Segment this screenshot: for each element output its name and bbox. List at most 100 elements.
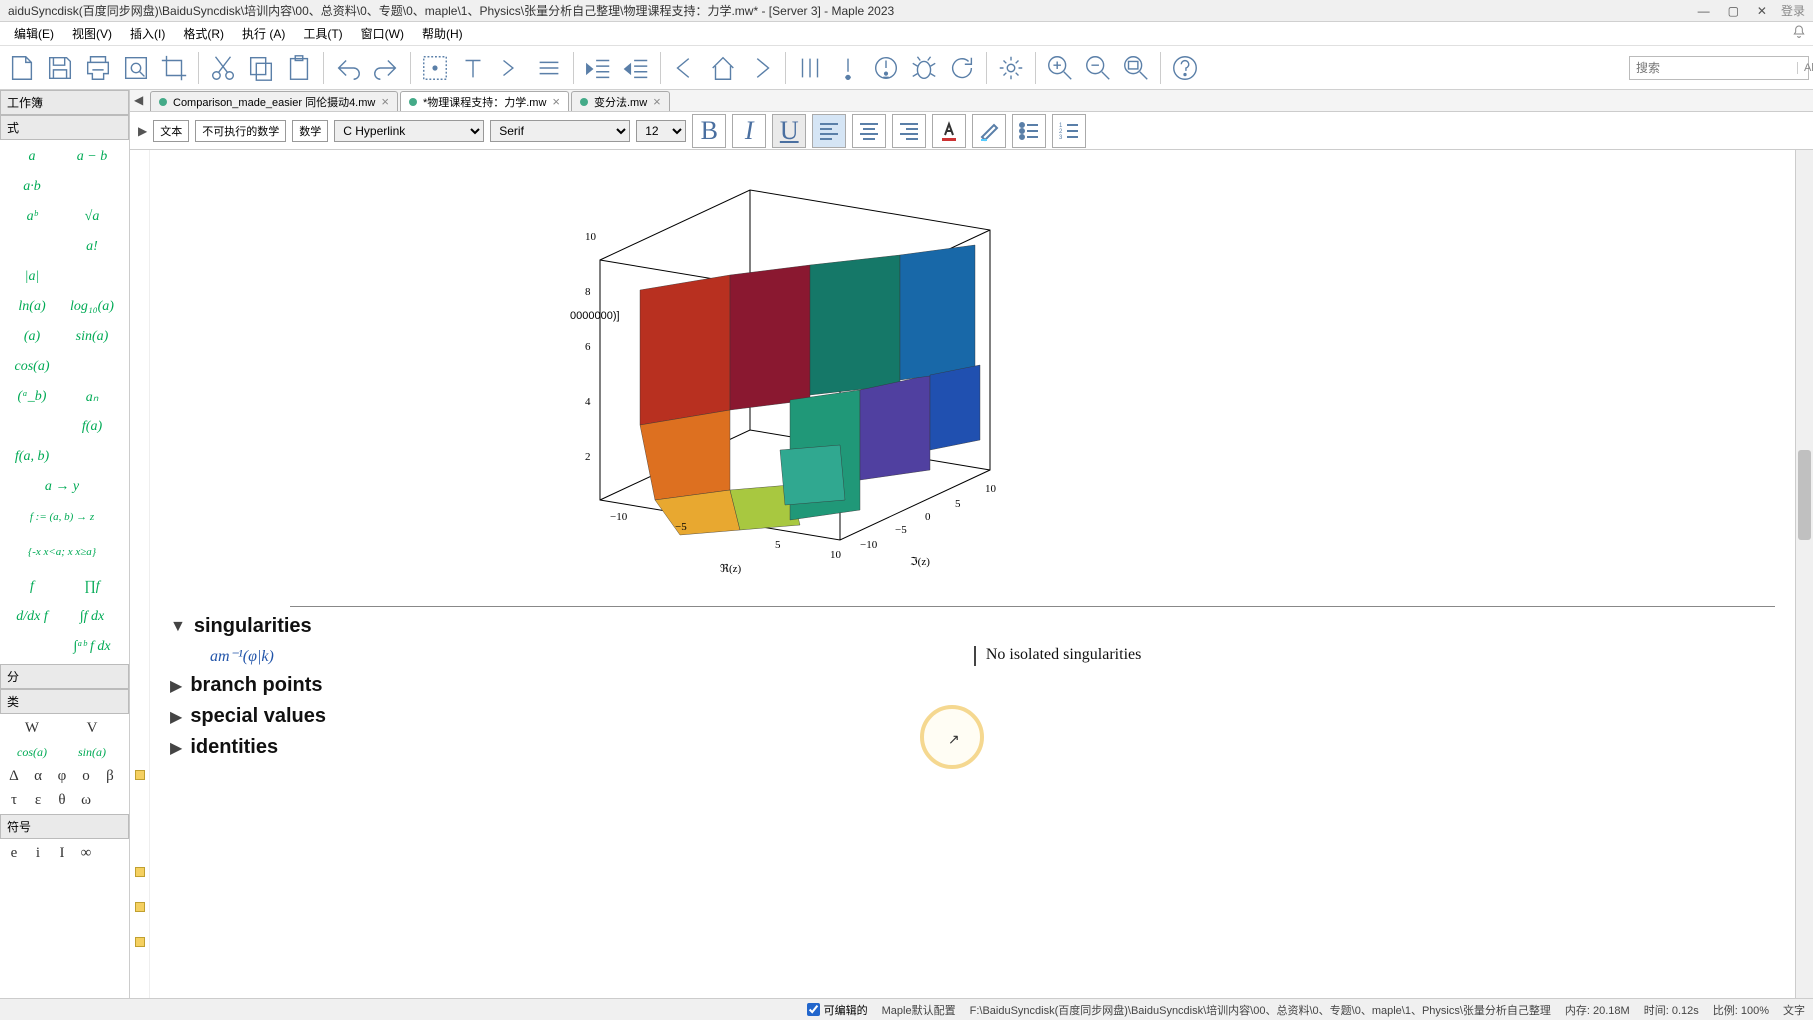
greek-W[interactable]: W — [2, 716, 62, 740]
expr-abs[interactable]: |a| — [2, 262, 62, 292]
insert-math-icon[interactable] — [417, 50, 453, 86]
greek-omega[interactable]: ω — [74, 788, 98, 812]
expr-prod[interactable]: ∏f — [62, 572, 122, 602]
highlight-button[interactable] — [972, 114, 1006, 148]
nav-forward-icon[interactable] — [743, 50, 779, 86]
expr-e2[interactable] — [2, 232, 62, 262]
paste-icon[interactable] — [281, 50, 317, 86]
tab-comparison[interactable]: Comparison_made_easier 同伦摄动4.mw × — [150, 91, 398, 111]
greek-eps[interactable]: ε — [26, 788, 50, 812]
expr-arrow[interactable]: a → y — [2, 472, 122, 502]
menu-edit[interactable]: 编辑(E) — [6, 23, 62, 44]
gutter-marker[interactable] — [135, 937, 145, 947]
minimize-button[interactable]: — — [1698, 4, 1710, 18]
menu-execute[interactable]: 执行 (A) — [234, 23, 293, 44]
close-button[interactable]: ✕ — [1757, 4, 1767, 18]
size-select[interactable]: 12 — [636, 120, 686, 142]
fmt-math-button[interactable]: 数学 — [292, 120, 328, 142]
editable-checkbox[interactable]: 可编辑的 — [807, 1002, 868, 1018]
expr-cos[interactable]: cos(a) — [2, 352, 62, 382]
greek-beta[interactable]: β — [98, 764, 122, 788]
expr-mul[interactable]: a·b — [2, 172, 62, 202]
exec-single-icon[interactable] — [830, 50, 866, 86]
tab-nav-left[interactable]: ◀ — [134, 93, 143, 107]
greek-omicron[interactable]: ο — [74, 764, 98, 788]
paragraph-icon[interactable] — [531, 50, 567, 86]
vertical-scrollbar[interactable] — [1795, 150, 1813, 998]
crop-icon[interactable] — [156, 50, 192, 86]
expr-sin[interactable]: sin(a) — [62, 322, 122, 352]
bullet-list-button[interactable] — [1012, 114, 1046, 148]
zoom-fit-icon[interactable] — [1118, 50, 1154, 86]
expr-deriv[interactable]: d/dx f — [2, 602, 62, 632]
palette-header-calc[interactable]: 分 — [0, 664, 129, 689]
save-icon[interactable] — [42, 50, 78, 86]
expr-fa[interactable]: f(a) — [62, 412, 122, 442]
palette-header-symbol[interactable]: 符号 — [0, 814, 129, 839]
align-left-button[interactable] — [812, 114, 846, 148]
fmt-noexec-button[interactable]: 不可执行的数学 — [195, 120, 286, 142]
exec-group-icon[interactable] — [792, 50, 828, 86]
section-toggle[interactable]: ▶ branch points — [170, 674, 1775, 697]
expr-e7[interactable] — [2, 632, 62, 662]
section-toggle[interactable]: ▼ singularities — [170, 615, 1775, 638]
number-list-button[interactable]: 123 — [1052, 114, 1086, 148]
exec-all-icon[interactable] — [868, 50, 904, 86]
zoom-in-icon[interactable] — [1042, 50, 1078, 86]
expr-e5[interactable] — [2, 412, 62, 442]
gutter-marker[interactable] — [135, 770, 145, 780]
greek-V[interactable]: V — [62, 716, 122, 740]
cut-icon[interactable] — [205, 50, 241, 86]
greek-phi[interactable]: φ — [50, 764, 74, 788]
italic-button[interactable]: I — [732, 114, 766, 148]
math-expression[interactable]: am⁻¹(φ|k) — [210, 646, 274, 666]
sym-inf[interactable]: ∞ — [74, 841, 98, 865]
expr-assign[interactable]: f := (a, b) → z — [2, 502, 122, 532]
greek-alpha[interactable]: α — [26, 764, 50, 788]
undo-icon[interactable] — [330, 50, 366, 86]
greek-delta[interactable]: Δ — [2, 764, 26, 788]
greek-theta[interactable]: θ — [50, 788, 74, 812]
expr-fab[interactable]: f(a, b) — [2, 442, 62, 472]
expr-pow[interactable]: aᵇ — [2, 202, 62, 232]
tab-physics[interactable]: *物理课程支持：力学.mw × — [400, 91, 569, 111]
search-input[interactable] — [1630, 61, 1797, 75]
palette-header-expr[interactable]: 式 — [0, 115, 129, 140]
maximize-button[interactable]: ▢ — [1728, 4, 1739, 18]
login-link[interactable]: 登录 — [1781, 2, 1805, 19]
expr-empty[interactable] — [62, 172, 122, 202]
expr-binom[interactable]: (ᵃ_b) — [2, 382, 62, 412]
expr-sub[interactable]: a − b — [62, 142, 122, 172]
new-doc-icon[interactable] — [4, 50, 40, 86]
sym-i[interactable]: i — [26, 841, 50, 865]
fmt-expand-icon[interactable]: ▶ — [138, 124, 147, 138]
menu-help[interactable]: 帮助(H) — [414, 23, 471, 44]
section-toggle[interactable]: ▶ identities — [170, 736, 1775, 759]
gutter-marker[interactable] — [135, 867, 145, 877]
menu-view[interactable]: 视图(V) — [64, 23, 120, 44]
bold-button[interactable]: B — [692, 114, 726, 148]
tab-variation[interactable]: 变分法.mw × — [571, 91, 670, 111]
sym-e[interactable]: e — [2, 841, 26, 865]
palette-header-type[interactable]: 类 — [0, 689, 129, 714]
expr-f[interactable]: f — [2, 572, 62, 602]
nav-back-icon[interactable] — [667, 50, 703, 86]
fmt-text-button[interactable]: 文本 — [153, 120, 189, 142]
settings-icon[interactable] — [993, 50, 1029, 86]
notification-icon[interactable] — [1791, 24, 1807, 43]
sym-I[interactable]: I — [50, 841, 74, 865]
debug-icon[interactable] — [906, 50, 942, 86]
copy-icon[interactable] — [243, 50, 279, 86]
tab-close-icon[interactable]: × — [552, 94, 560, 109]
document-content[interactable]: 0000000)] — [150, 150, 1795, 998]
greek-cos[interactable]: cos(a) — [2, 740, 62, 764]
underline-button[interactable]: U — [772, 114, 806, 148]
outdent-icon[interactable] — [618, 50, 654, 86]
menu-insert[interactable]: 插入(I) — [122, 23, 173, 44]
nav-home-icon[interactable] — [705, 50, 741, 86]
redo-icon[interactable] — [368, 50, 404, 86]
menu-format[interactable]: 格式(R) — [175, 23, 232, 44]
gutter-marker[interactable] — [135, 902, 145, 912]
align-center-button[interactable] — [852, 114, 886, 148]
expr-paren[interactable]: (a) — [2, 322, 62, 352]
